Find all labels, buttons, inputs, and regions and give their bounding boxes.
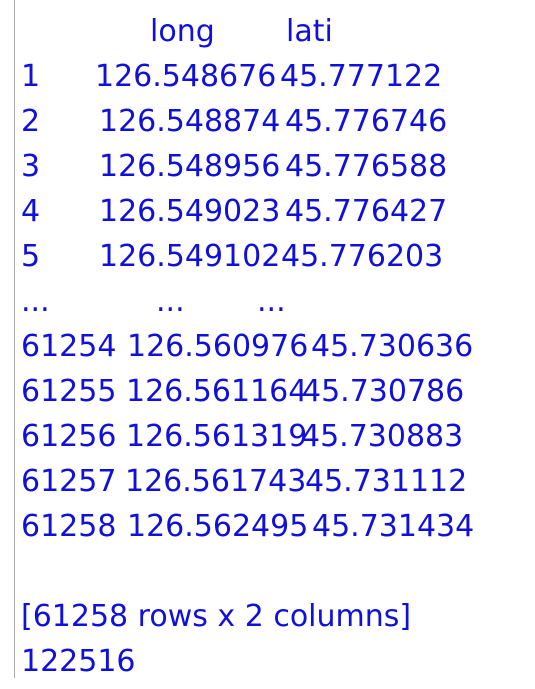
row-lati: 45.730883 xyxy=(301,419,464,454)
row-lati: 45.731434 xyxy=(312,509,475,544)
row-index: 1 xyxy=(21,59,41,94)
row-long: 126.561164 xyxy=(126,374,308,409)
row-index: 61257 xyxy=(21,464,117,499)
row-lati: 45.777122 xyxy=(280,59,443,94)
row-long: 126.561743 xyxy=(125,464,307,499)
column-header-long: long xyxy=(150,14,215,49)
ellipsis-long: ... xyxy=(156,284,185,319)
console-output: long lati 1 126.548676 45.777122 2 126.5… xyxy=(0,0,535,679)
row-index: 2 xyxy=(21,104,41,139)
row-lati: 45.730636 xyxy=(311,329,474,364)
row-lati: 45.776588 xyxy=(285,149,448,184)
result-value: 122516 xyxy=(21,644,136,679)
row-lati: 45.776203 xyxy=(281,239,444,274)
row-long: 126.549023 xyxy=(99,194,281,229)
row-long: 126.562495 xyxy=(127,509,309,544)
ellipsis-index: ... xyxy=(21,284,50,319)
row-index: 4 xyxy=(21,194,41,229)
row-index: 61254 xyxy=(21,329,117,364)
row-long: 126.560976 xyxy=(127,329,309,364)
row-long: 126.548956 xyxy=(99,149,281,184)
column-header-lati: lati xyxy=(286,14,333,49)
row-index: 61256 xyxy=(21,419,117,454)
row-lati: 45.730786 xyxy=(302,374,465,409)
row-lati: 45.776427 xyxy=(285,194,448,229)
row-index: 3 xyxy=(21,149,41,184)
row-long: 126.548676 xyxy=(95,59,277,94)
row-index: 61255 xyxy=(21,374,117,409)
row-index: 61258 xyxy=(21,509,117,544)
row-long: 126.561319 xyxy=(126,419,308,454)
ellipsis-lati: ... xyxy=(257,284,286,319)
row-lati: 45.776746 xyxy=(285,104,448,139)
dataframe-summary: [61258 rows x 2 columns] xyxy=(21,599,412,634)
row-lati: 45.731112 xyxy=(305,464,468,499)
row-long: 126.548874 xyxy=(99,104,281,139)
row-long: 126.549102 xyxy=(99,239,281,274)
row-index: 5 xyxy=(21,239,41,274)
